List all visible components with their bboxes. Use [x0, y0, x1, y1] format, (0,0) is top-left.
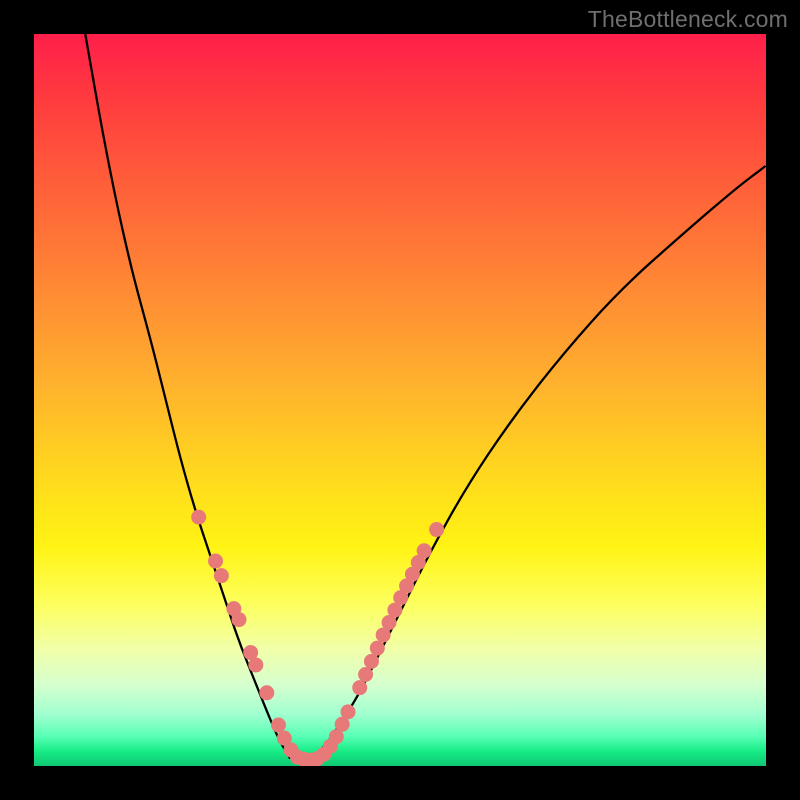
highlight-dot	[352, 680, 367, 695]
highlight-dot	[271, 718, 286, 733]
highlight-dot	[214, 568, 229, 583]
outer-frame: TheBottleneck.com	[0, 0, 800, 800]
highlight-dot	[248, 657, 263, 672]
right-curve	[312, 166, 766, 759]
highlight-dot	[429, 522, 444, 537]
highlight-dot	[417, 543, 432, 558]
highlight-dot	[341, 704, 356, 719]
plot-area	[34, 34, 766, 766]
dots-overlay	[191, 510, 444, 766]
highlight-dot	[370, 641, 385, 656]
highlight-dot	[259, 685, 274, 700]
highlight-dot	[364, 654, 379, 669]
highlight-dot	[358, 667, 373, 682]
watermark-text: TheBottleneck.com	[588, 6, 788, 33]
highlight-dot	[191, 510, 206, 525]
left-curve	[85, 34, 290, 759]
highlight-dot	[208, 554, 223, 569]
chart-svg	[34, 34, 766, 766]
highlight-dot	[231, 612, 246, 627]
curve-group	[85, 34, 766, 759]
